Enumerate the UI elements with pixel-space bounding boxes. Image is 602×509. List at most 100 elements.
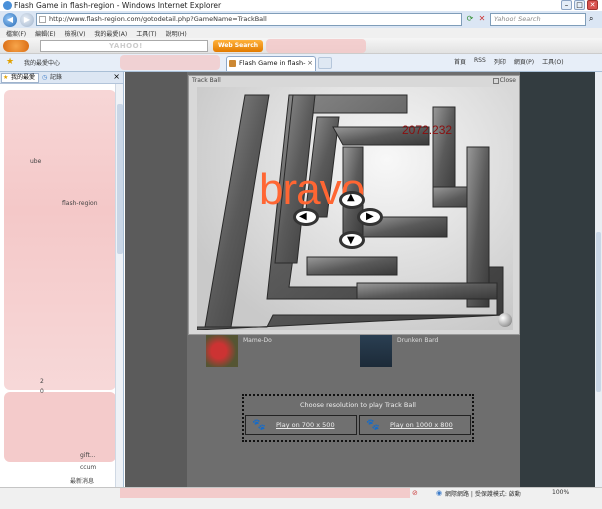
status-bar: ⊘ ◉ 網際網路 | 受保護模式: 啟動 100% xyxy=(0,487,602,509)
home-button[interactable]: 首頁 xyxy=(454,57,466,66)
arrow-down-button[interactable]: ▼ xyxy=(339,231,365,249)
game-title-link[interactable]: Mame-Do xyxy=(243,337,272,344)
search-icon[interactable]: ⌕ xyxy=(589,14,593,24)
favorite-item[interactable]: 2 xyxy=(40,378,44,385)
arrow-right-button[interactable]: ▶ xyxy=(357,208,383,226)
game-title-link[interactable]: Drunken Bard xyxy=(397,337,438,344)
close-panel-icon[interactable]: × xyxy=(113,72,120,81)
game-playfield[interactable]: 2072.232 bravo ◀ ▲ ▶ ▼ xyxy=(197,87,513,330)
favorites-center-label[interactable]: 我的最愛中心 xyxy=(24,58,60,67)
arrow-right-icon: ▶ xyxy=(366,211,374,222)
tab-active[interactable]: Flash Game in flash-re... × xyxy=(226,56,316,80)
forward-button[interactable]: ▶ xyxy=(20,12,34,27)
game-popup-header: Track Ball Close xyxy=(189,76,519,86)
resolution-chooser: Choose resolution to play Track Ball 🐾 P… xyxy=(242,394,474,442)
game-thumbnail[interactable] xyxy=(206,335,238,367)
scrollbar-thumb[interactable] xyxy=(596,232,601,392)
tools-menu-button[interactable]: 工具(O) xyxy=(542,57,563,66)
game-thumbnail[interactable] xyxy=(360,335,392,367)
menu-help[interactable]: 說明(H) xyxy=(166,29,187,38)
score-display: 2072.232 xyxy=(402,123,453,137)
window-controls: – □ ✕ xyxy=(561,0,598,10)
favorites-panel-header: ★ 我的最愛 ◷ 記錄 × xyxy=(0,72,123,84)
ie-logo-icon xyxy=(3,1,12,10)
favorites-star-icon[interactable]: ★ xyxy=(6,57,14,67)
redacted-region xyxy=(120,55,220,70)
favorites-star-icon: ★ xyxy=(3,74,9,81)
menu-tools[interactable]: 工具(T) xyxy=(136,29,156,38)
yahoo-menu-button[interactable] xyxy=(3,40,29,52)
tab-favorites-label: 我的最愛 xyxy=(11,74,36,81)
menu-file[interactable]: 檔案(F) xyxy=(6,29,26,38)
favorite-item[interactable]: ube xyxy=(30,158,41,165)
tab-history[interactable]: ◷ 記錄 xyxy=(42,74,62,82)
game-window-title: Track Ball xyxy=(192,77,221,84)
menu-bar: 檔案(F) 編輯(E) 檢視(V) 我的最愛(A) 工具(T) 說明(H) xyxy=(0,28,602,38)
url-text: http://www.flash-region.com/gotodetail.p… xyxy=(49,15,267,23)
minimize-button[interactable]: – xyxy=(561,0,572,10)
security-icon: ⊘ xyxy=(412,489,418,497)
window-title: Flash Game in flash-region - Windows Int… xyxy=(14,1,222,10)
close-window-button[interactable]: ✕ xyxy=(587,0,598,10)
internet-zone-icon: ◉ xyxy=(436,489,443,497)
favorite-item[interactable]: 0 xyxy=(40,388,44,395)
refresh-icon[interactable]: ⟳ xyxy=(465,14,475,24)
redacted-region xyxy=(4,392,116,462)
favorites-scrollbar[interactable] xyxy=(115,84,123,487)
favorite-item[interactable]: ccum xyxy=(80,464,96,471)
close-box-icon xyxy=(492,77,499,84)
command-bar: 首頁 RSS 列印 網頁(P) 工具(O) xyxy=(454,57,564,66)
tab-close-icon[interactable]: × xyxy=(307,57,313,70)
tab-history-label: 記錄 xyxy=(50,74,63,81)
tab-favorites[interactable]: ★ 我的最愛 xyxy=(1,73,40,83)
maximize-button[interactable]: □ xyxy=(574,0,585,10)
yahoo-toolbar: YAHOO! Web Search xyxy=(0,38,602,54)
zoom-level[interactable]: 100% xyxy=(552,489,569,496)
menu-view[interactable]: 檢視(V) xyxy=(65,29,86,38)
game-close-button[interactable]: Close xyxy=(492,76,516,86)
yahoo-search-input[interactable]: YAHOO! xyxy=(40,40,208,52)
paw-icon: 🐾 xyxy=(252,418,266,431)
web-search-button[interactable]: Web Search xyxy=(213,40,263,52)
page-scrollbar[interactable] xyxy=(595,72,602,487)
game-close-label: Close xyxy=(499,77,516,84)
page-left-margin xyxy=(125,72,187,487)
redacted-region xyxy=(4,90,116,390)
tab-bar: ★ 我的最愛中心 Flash Game in flash-re... × 首頁 … xyxy=(0,54,602,80)
favorites-panel: ★ 我的最愛 ◷ 記錄 × flash-region ube gift... c… xyxy=(0,72,124,487)
arrow-up-icon: ▲ xyxy=(347,192,355,203)
arrow-left-icon: ◀ xyxy=(299,211,307,222)
arrow-left-button[interactable]: ◀ xyxy=(293,208,319,226)
print-button[interactable]: 列印 xyxy=(494,57,506,66)
redacted-region xyxy=(120,488,410,498)
tab-favicon-icon xyxy=(229,60,236,67)
page-favicon-icon xyxy=(39,16,46,23)
new-tab-button[interactable] xyxy=(318,57,332,69)
search-input[interactable]: Yahoo! Search xyxy=(490,13,586,26)
favorite-item[interactable]: 最新消息 xyxy=(70,476,94,485)
play-700x500-button[interactable]: 🐾 Play on 700 x 500 xyxy=(245,415,357,435)
resolution-title: Choose resolution to play Track Ball xyxy=(300,401,416,409)
title-bar: Flash Game in flash-region - Windows Int… xyxy=(0,0,602,11)
history-icon: ◷ xyxy=(42,74,48,81)
favorite-item[interactable]: gift... xyxy=(80,452,96,459)
play-1000x800-label: Play on 1000 x 800 xyxy=(390,421,453,429)
back-button[interactable]: ◀ xyxy=(3,12,17,27)
menu-favorites[interactable]: 我的最愛(A) xyxy=(94,29,127,38)
favorite-item[interactable]: flash-region xyxy=(62,200,98,207)
url-field[interactable]: http://www.flash-region.com/gotodetail.p… xyxy=(36,13,462,26)
scrollbar-thumb[interactable] xyxy=(117,104,123,254)
play-700x500-label: Play on 700 x 500 xyxy=(276,421,335,429)
stop-icon[interactable]: ✕ xyxy=(477,14,487,24)
page-right-margin xyxy=(520,72,595,487)
address-bar: ◀ ▶ http://www.flash-region.com/gotodeta… xyxy=(0,11,602,28)
play-1000x800-button[interactable]: 🐾 Play on 1000 x 800 xyxy=(359,415,471,435)
game-popup: Track Ball Close 2072.232 bravo ◀ ▲ ▶ ▼ xyxy=(188,75,520,335)
redacted-region xyxy=(266,39,366,53)
rss-button[interactable]: RSS xyxy=(474,57,486,66)
paw-icon: 🐾 xyxy=(366,418,380,431)
arrow-down-icon: ▼ xyxy=(347,235,355,246)
menu-edit[interactable]: 編輯(E) xyxy=(35,29,55,38)
arrow-up-button[interactable]: ▲ xyxy=(339,191,365,209)
page-menu-button[interactable]: 網頁(P) xyxy=(514,57,534,66)
